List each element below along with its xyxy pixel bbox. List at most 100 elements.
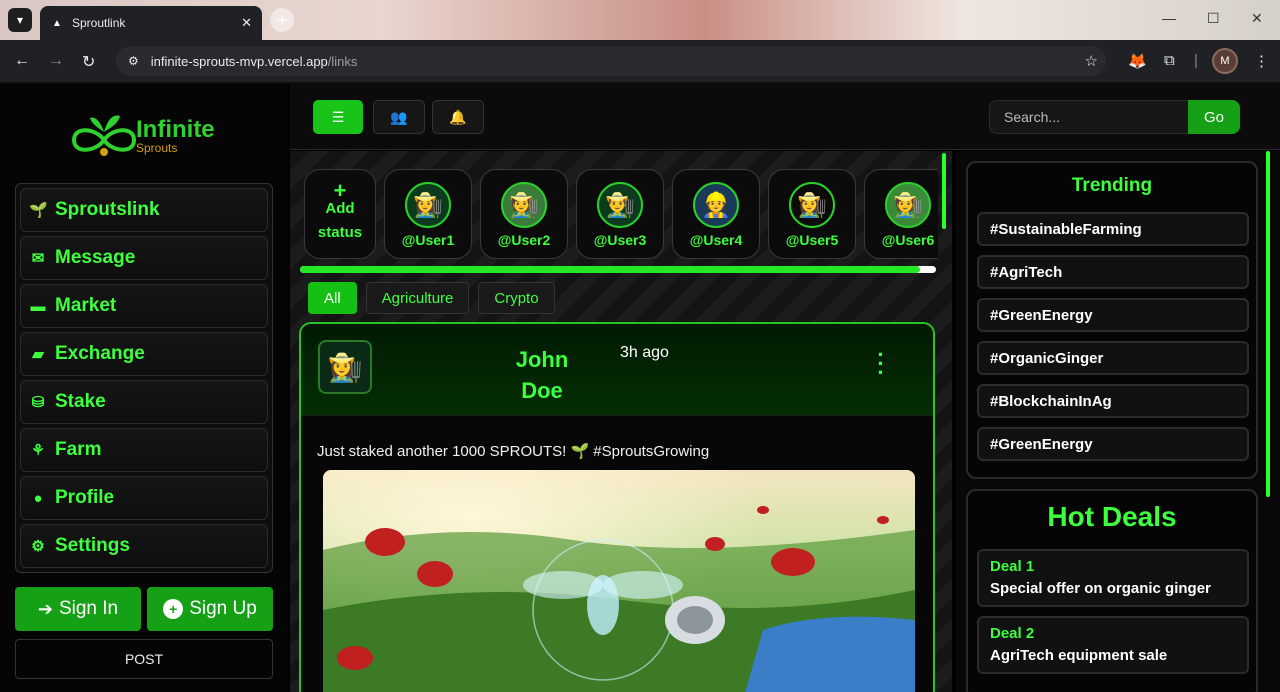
infinity-sprout-logo-icon [71,115,137,156]
url-path: /links [327,53,358,69]
story-user6[interactable]: 🧑‍🌾 @User6 [864,169,938,259]
hot-deals-panel: Hot Deals Deal 1 Special offer on organi… [966,489,1258,692]
trending-tag[interactable]: #SustainableFarming [977,212,1249,246]
sidebar-item-stake[interactable]: ⛁ Stake [20,380,268,424]
feed-list-button[interactable]: ☰ [313,100,363,134]
stories-progress-fill [300,266,921,273]
avatar: 👩‍🌾 [789,182,835,228]
post-author-avatar[interactable]: 👩‍🌾 [318,340,372,394]
notifications-button[interactable]: 🔔 [432,100,484,134]
sidebar-item-sproutslink[interactable]: 🌱 Sproutslink [20,188,268,232]
deal-description: AgriTech equipment sale [990,647,1168,664]
story-username: @User5 [785,232,839,248]
tab-close-icon[interactable]: ✕ [241,15,252,31]
filter-all[interactable]: All [308,282,357,314]
sidebar-item-label: Exchange [55,343,145,364]
back-icon[interactable]: ← [14,52,30,70]
trending-tag[interactable]: #OrganicGinger [977,341,1249,375]
post-text: Just staked another 1000 SPROUTS! 🌱 #Spr… [317,443,710,460]
trending-tag[interactable]: #GreenEnergy [977,298,1249,332]
sidebar-item-settings[interactable]: ⚙ Settings [20,524,268,568]
sign-up-label: Sign Up [189,598,257,619]
browser-tab[interactable]: ▲ Sproutlink ✕ [40,6,262,40]
trending-tag[interactable]: #GreenEnergy [977,427,1249,461]
reload-icon[interactable]: ↻ [82,52,95,72]
deal-description: Special offer on organic ginger [990,580,1211,597]
story-user5[interactable]: 👩‍🌾 @User5 [768,169,856,259]
post-timestamp: 3h ago [620,344,669,361]
post-image[interactable] [323,470,915,692]
sidebar-item-label: Stake [55,391,106,412]
logo[interactable]: Infinite Sprouts [66,106,226,166]
minimize-icon[interactable]: — [1162,10,1176,26]
sidebar-item-message[interactable]: ✉ Message [20,236,268,280]
sign-up-button[interactable]: + Sign Up [147,587,273,631]
wallet-icon: ▰ [32,346,44,363]
deal-card[interactable]: Deal 2 AgriTech equipment sale [977,616,1249,674]
story-user2[interactable]: 🧑‍🌾 @User2 [480,169,568,259]
metamask-extension-icon[interactable]: 🦊 [1128,52,1147,70]
sidebar-item-farm[interactable]: ⚘ Farm [20,428,268,472]
story-user3[interactable]: 👨‍🌾 @User3 [576,169,664,259]
add-status-label: Add [325,200,355,217]
sidebar-item-exchange[interactable]: ▰ Exchange [20,332,268,376]
post-button[interactable]: POST [15,639,273,679]
url-host: infinite-sprouts-mvp.vercel.app [150,53,328,69]
trending-tag[interactable]: #BlockchainInAg [977,384,1249,418]
forward-icon[interactable]: → [48,52,64,70]
site-info-icon[interactable]: ⚙ [128,54,139,68]
vercel-favicon-icon: ▲ [52,17,62,29]
tab-search-icon[interactable]: ▾ [8,8,32,32]
sign-in-button[interactable]: ➔ Sign In [15,587,141,631]
sign-in-icon: ➔ [37,598,53,619]
story-username: @User2 [497,232,551,248]
trending-title: Trending [1071,175,1153,196]
profile-avatar[interactable]: M [1212,48,1238,74]
right-scrollbar[interactable] [1266,151,1270,497]
url-field[interactable]: ⚙ infinite-sprouts-mvp.vercel.app/links … [116,46,1106,76]
auth-buttons: ➔ Sign In + Sign Up [15,587,273,631]
sprout-icon: 🌱 [29,202,48,219]
sidebar-item-label: Sproutslink [55,199,160,220]
trending-panel: Trending #SustainableFarming #AgriTech #… [966,161,1258,479]
list-icon: ☰ [331,108,345,125]
avatar: 🧑‍🌾 [501,182,547,228]
avatar: 👩‍🌾 [405,182,451,228]
maximize-icon[interactable]: ☐ [1207,10,1220,27]
sidebar-item-label: Market [55,295,117,316]
sidebar-item-market[interactable]: ▬ Market [20,284,268,328]
stories-progress-bar[interactable] [300,266,936,273]
sidebar: Infinite Sprouts 🌱 Sproutslink ✉ Message… [0,84,288,692]
post-card: 👩‍🌾 John Doe 3h ago · · · Just staked anot… [299,322,935,692]
avatar: 🧑‍🌾 [885,182,931,228]
chrome-menu-icon[interactable]: ⋮ [1254,52,1269,70]
stories-row: + Add status 👩‍🌾 @User1 🧑‍🌾 @User2 👨‍🌾 @… [304,169,938,259]
story-user4[interactable]: 👷 @User4 [672,169,760,259]
add-status-button[interactable]: + Add status [304,169,376,259]
filter-crypto[interactable]: Crypto [478,282,555,314]
deal-title: Deal 1 [990,558,1035,575]
logo-title: Infinite [136,116,215,143]
bell-icon: 🔔 [449,108,467,125]
more-options-icon[interactable]: · · · [871,344,891,384]
sidebar-item-profile[interactable]: ● Profile [20,476,268,520]
search-input[interactable] [989,100,1189,134]
story-user1[interactable]: 👩‍🌾 @User1 [384,169,472,259]
close-window-icon[interactable]: ✕ [1251,10,1263,27]
user-icon: ● [33,489,43,507]
trending-tag[interactable]: #AgriTech [977,255,1249,289]
sidebar-item-label: Farm [55,439,102,460]
deal-card[interactable]: Deal 1 Special offer on organic ginger [977,549,1249,607]
app-root: Infinite Sprouts 🌱 Sproutslink ✉ Message… [0,84,1280,692]
sidebar-menu: 🌱 Sproutslink ✉ Message ▬ Market ▰ Excha… [15,183,273,573]
feed-scrollbar[interactable] [942,153,946,229]
feed: + Add status 👩‍🌾 @User1 🧑‍🌾 @User2 👨‍🌾 @… [290,151,952,692]
friends-button[interactable]: 👥 [373,100,425,134]
gear-icon: ⚙ [31,538,45,555]
post-author-name[interactable]: John Doe [511,344,573,406]
extensions-puzzle-icon[interactable]: ⧉ [1164,52,1175,69]
new-tab-button[interactable]: + [270,8,294,32]
filter-agriculture[interactable]: Agriculture [365,282,470,314]
search-go-button[interactable]: Go [1188,100,1240,134]
bookmark-star-icon[interactable]: ☆ [1085,52,1098,70]
